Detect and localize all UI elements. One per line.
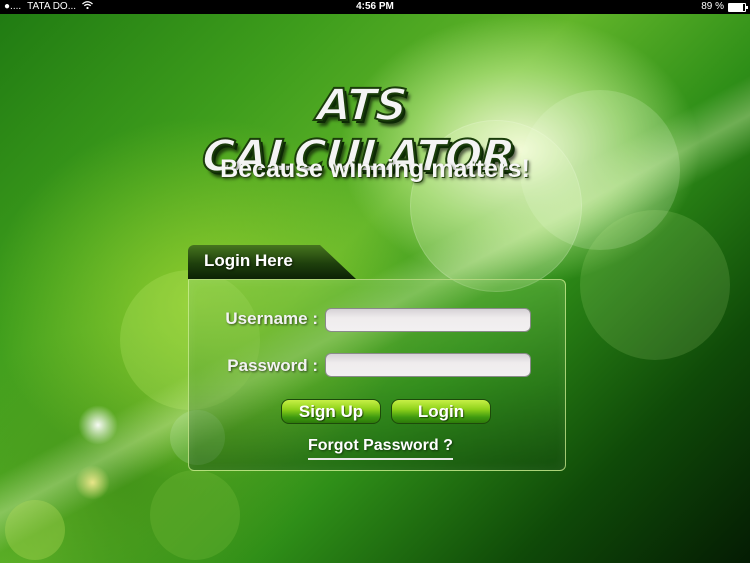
bokeh-light (75, 465, 110, 500)
forgot-password-link[interactable]: Forgot Password ? (308, 437, 453, 460)
username-input[interactable] (325, 308, 531, 332)
status-time: 4:56 PM (356, 1, 394, 12)
status-bar: ●.... TATA DO... 4:56 PM 89 % (0, 0, 750, 14)
tagline: Because winning matters! (220, 155, 530, 183)
login-screen: ●.... TATA DO... 4:56 PM 89 % ATS CALCUL… (0, 0, 750, 563)
bokeh-light (150, 470, 240, 560)
battery-fill (729, 3, 744, 11)
battery-icon (728, 2, 748, 12)
battery-percent: 89 % (701, 1, 724, 12)
bokeh-light (580, 210, 730, 360)
password-input[interactable] (325, 353, 531, 377)
bokeh-light (5, 500, 65, 560)
login-button[interactable]: Login (391, 399, 491, 424)
login-tab-label: Login Here (204, 251, 293, 270)
sign-up-button[interactable]: Sign Up (281, 399, 381, 424)
password-label: Password : (227, 356, 318, 375)
username-label: Username : (225, 309, 318, 328)
bokeh-light (78, 405, 118, 445)
